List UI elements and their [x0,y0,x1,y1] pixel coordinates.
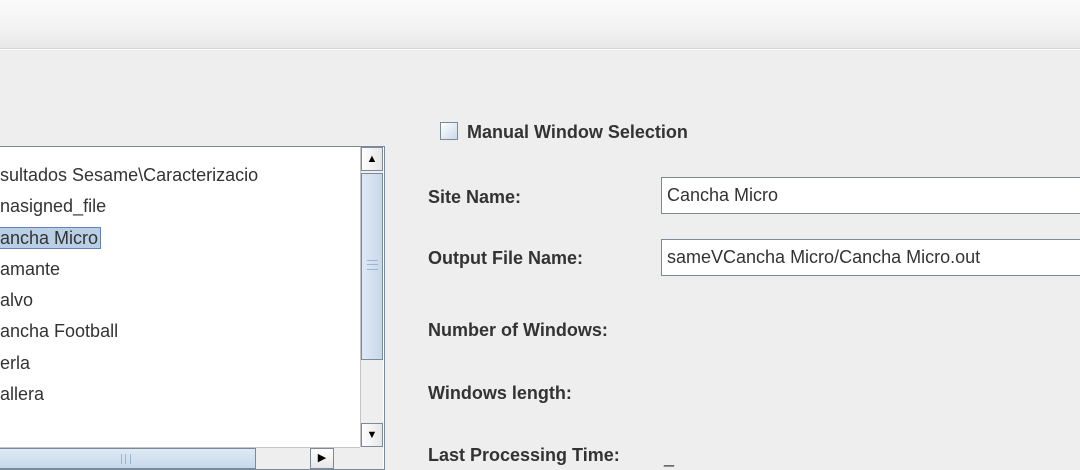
vertical-scrollbar[interactable]: ▲ ▼ [360,147,383,447]
arrow-up-icon: ▲ [366,153,378,165]
scroll-right-button[interactable]: ▶ [310,448,334,469]
scroll-up-button[interactable]: ▲ [361,147,383,171]
list-item[interactable]: alvo [0,285,260,316]
list-item-label: alvo [0,290,34,311]
list-item-label: nasigned_file [0,196,107,217]
list-item-label: amante [0,258,61,279]
last-processing-time-value: _ [664,447,675,467]
toolbar-area [0,0,1080,48]
manual-window-selection-label[interactable]: Manual Window Selection [467,120,688,144]
list-item-label: ancha Football [0,321,119,342]
scrollpane-corner [360,447,383,469]
list-item-label: allera [0,384,45,405]
checkbox-box[interactable] [440,122,458,140]
arrow-down-icon: ▼ [366,429,378,441]
site-list-items: sultados Sesame\Caracterizacio nasigned_… [0,160,260,410]
site-list-scrollpane: sultados Sesame\Caracterizacio nasigned_… [0,146,385,470]
list-item-label: sultados Sesame\Caracterizacio [0,165,259,185]
list-item[interactable]: allera [0,379,260,410]
site-name-field[interactable] [661,177,1080,214]
list-item-selected[interactable]: ancha Micro [0,223,260,254]
grip-icon [367,260,378,270]
horizontal-scroll-thumb[interactable] [0,448,256,469]
site-list[interactable]: sultados Sesame\Caracterizacio nasigned_… [0,147,360,447]
windows-length-label: Windows length: [428,383,572,403]
list-item-label: ancha Micro [0,226,102,249]
site-name-label: Site Name: [428,187,522,207]
last-processing-time-label: Last Processing Time: [428,445,620,465]
list-item[interactable]: ancha Football [0,316,260,347]
arrow-right-icon: ▶ [317,452,327,464]
output-file-name-field[interactable] [661,239,1080,276]
list-item[interactable]: sultados Sesame\Caracterizacio [0,160,260,191]
scroll-down-button[interactable]: ▼ [361,423,383,447]
vertical-scroll-thumb[interactable] [361,173,383,360]
toolbar-separator-highlight [0,49,1080,50]
list-item[interactable]: erla [0,348,260,379]
horizontal-scrollbar[interactable]: ▶ [0,447,360,469]
output-file-name-label: Output File Name: [428,248,584,268]
list-item[interactable]: nasigned_file [0,191,260,222]
list-item-label: erla [0,352,31,373]
number-of-windows-label: Number of Windows: [428,320,608,340]
grip-icon [121,454,131,464]
list-item[interactable]: amante [0,254,260,285]
window-content: sultados Sesame\Caracterizacio nasigned_… [0,0,1080,470]
